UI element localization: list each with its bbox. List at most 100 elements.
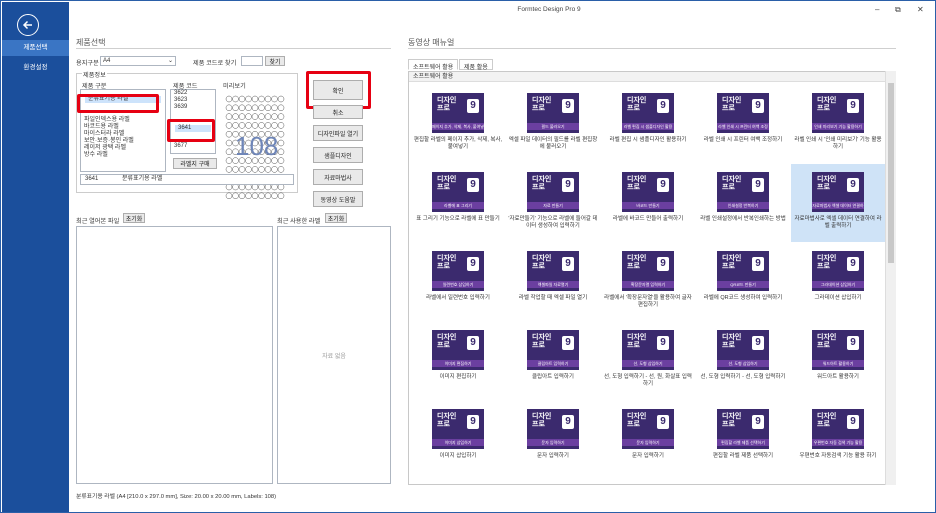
video-item[interactable]: 디자인 프로9라벨 편집 시 샘플디자인 활용하기라벨 편집 시 샘플디자인 활… (601, 85, 695, 163)
video-item[interactable]: 디자인 프로 9 페이지 추가, 삭제, 복사, 붙여넣기편집할 라벨의 페이지 추… (411, 85, 505, 163)
video-thumbnail[interactable]: 디자인 프로 9 일련번호 삽입하기 (432, 251, 484, 291)
video-item[interactable]: 디자인 프로 9 이미지 삽입하기 이미지 삽입하기 (411, 401, 505, 479)
video-item[interactable]: 디자인 프로 9 워드아트 활용하기 워드아트 활용하기 (791, 322, 885, 400)
find-button[interactable]: 찾기 (265, 56, 285, 66)
video-thumbnail[interactable]: 디자인 프로 9 워드아트 활용하기 (812, 330, 864, 370)
video-item[interactable]: 디자인 프로 9 자료마법사 엑셀 데이터 연결하기자료마법사로 엑셀 데이터 연결… (791, 164, 885, 242)
video-thumbnail[interactable]: 디자인 프로 9 페이지 추가, 삭제, 복사, 붙여넣기 (432, 93, 484, 133)
video-thumbnail[interactable]: 디자인 프로 9 인쇄설정 반복하기 (717, 172, 769, 212)
thumb-tag: 선, 도형 삽입하기 (717, 360, 769, 367)
video-item[interactable]: 디자인 프로 9 편집할 라벨 제품 선택하기 편집할 라벨 제품 선택하기 (696, 401, 790, 479)
minimize-button[interactable]: – (875, 5, 879, 14)
video-thumbnail[interactable]: 디자인 프로 9 자료 만들기 (527, 172, 579, 212)
data-wizard-button[interactable]: 자료마법사 (313, 169, 363, 185)
tab-product[interactable]: 제품 활용 (459, 59, 493, 71)
list-item[interactable]: 보안·보증·봉인 라벨 (81, 138, 165, 145)
list-item[interactable]: 3639 (171, 104, 215, 111)
video-item[interactable]: 디자인 프로 9 우편번호 자동 검색 기능 활용하기우편번호 자동검색 기능 활용… (791, 401, 885, 479)
label-cell (232, 166, 239, 173)
video-thumbnail[interactable]: 디자인 프로 9 필드 불러오기 (527, 93, 579, 133)
video-thumbnail[interactable]: 디자인 프로 9 엑셀파일 자료열기 (527, 251, 579, 291)
cancel-button[interactable]: 취소 (313, 105, 363, 119)
video-thumbnail[interactable]: 디자인 프로 9 선, 도형 삽입하기 (717, 330, 769, 370)
sample-design-button[interactable]: 샘플디자인 (313, 147, 363, 163)
video-thumbnail[interactable]: 디자인 프로 9 우편번호 자동 검색 기능 활용하기 (812, 409, 864, 449)
video-caption: 문자 입력하기 (632, 453, 664, 459)
video-thumbnail[interactable]: 디자인 프로 9 바코드 만들기 (622, 172, 674, 212)
video-thumbnail[interactable]: 디자인 프로 9 이미지 삽입하기 (432, 409, 484, 449)
video-thumbnail[interactable]: 디자인 프로 9 확장문자열 입력하기 (622, 251, 674, 291)
video-thumbnail[interactable]: 디자인 프로 9 이미지 편집하기 (432, 330, 484, 370)
open-design-button[interactable]: 디자인파일 열기 (313, 125, 363, 141)
back-button[interactable] (17, 14, 39, 36)
list-item[interactable]: 바코드용 라벨 (81, 124, 165, 131)
video-thumbnail[interactable]: 디자인 프로 9 라벨 인쇄 시 프린터 여백 조정하기 (717, 93, 769, 133)
list-item[interactable]: 마이스터라 라벨 (81, 131, 165, 138)
video-item[interactable]: 디자인 프로 9 문자 입력하기 문자 입력하기 (506, 401, 600, 479)
video-thumbnail[interactable]: 디자인 프로 9 편집할 라벨 제품 선택하기 (717, 409, 769, 449)
scrollbar[interactable] (885, 71, 896, 485)
video-thumbnail[interactable]: 디자인 프로 9 라벨 편집 시 샘플디자인 활용하기 (622, 93, 674, 133)
video-item[interactable]: 디자인 프로9라벨 인쇄 시 프린터 여백 조정하기라벨 인쇄 시 프린터 여백… (696, 85, 790, 163)
video-caption: 라벨 인쇄 시 프린터 여백 조정하기 (703, 137, 783, 143)
video-thumbnail[interactable]: 디자인 프로 9 선, 도형 삽입하기 (622, 330, 674, 370)
video-thumbnail[interactable]: 디자인 프로 9 문자 입력하기 (622, 409, 674, 449)
video-thumbnail[interactable]: 디자인 프로 9 문자 입력하기 (527, 409, 579, 449)
video-item[interactable]: 디자인 프로 9 선, 도형 삽입하기 선, 도형 입력하기 - 선, 원, 화살표 … (601, 322, 695, 400)
video-thumbnail[interactable]: 디자인 프로 9 라벨에 표 그리기 (432, 172, 484, 212)
restore-button[interactable]: ⧉ (895, 5, 901, 15)
thumb-title: 디자인 프로 (532, 176, 552, 191)
video-item[interactable]: 디자인 프로 9 클립아트 입력하기 클립아트 입력하기 (506, 322, 600, 400)
list-item[interactable]: 방수 라벨 (81, 152, 165, 159)
video-thumbnail[interactable]: 디자인 프로 9 그라데이션 삽입하기 (812, 251, 864, 291)
video-caption: 라벨 인쇄설정에서 반복인쇄하는 방법 (700, 216, 786, 222)
list-item[interactable]: 레이저 광택 라벨 (81, 145, 165, 152)
video-item[interactable]: 디자인 프로 9 자료 만들기 '자료만들기' 기능으로 라벨에 들어갈 데이터 생성… (506, 164, 600, 242)
sidebar: 제품선택 환경설정 (2, 2, 69, 512)
video-thumbnail[interactable]: 디자인 프로 9 QR코드 만들기 (717, 251, 769, 291)
list-item[interactable]: 3623 (171, 97, 215, 104)
video-item[interactable]: 디자인 프로 9 바코드 만들기 라벨에 바코드 만들어 출력하기 (601, 164, 695, 242)
video-item[interactable]: 디자인 프로 9 선, 도형 삽입하기 선, 도형 입력하기 - 선, 도형 입력하기 (696, 322, 790, 400)
thumb-title: 디자인 프로 (437, 176, 457, 191)
video-item[interactable]: 디자인 프로 9 QR코드 만들기 라벨에 QR코드 생성하여 입력하기 (696, 243, 790, 321)
thumb-title: 디자인 프로 (722, 334, 742, 349)
video-help-button[interactable]: 동영상 도움말 (313, 191, 363, 207)
buy-label-button[interactable]: 라벨지 구매 (173, 158, 217, 169)
paper-type-select[interactable]: A4 ⌄ (100, 56, 176, 66)
recent-labels-panel[interactable]: 자료 없음 (277, 226, 391, 484)
video-item[interactable]: 디자인 프로 9 확장문자열 입력하기라벨에서 '확장문자열'을 활용하여 글자 편… (601, 243, 695, 321)
thumb-title: 디자인 프로 (437, 413, 457, 428)
logo-nine-icon: 9 (657, 257, 669, 271)
video-thumbnail[interactable]: 디자인 프로 9 인쇄 미리보기 기능 활용하기 (812, 93, 864, 133)
code-search-input[interactable] (241, 56, 263, 66)
video-item[interactable]: 디자인 프로 9 일련번호 삽입하기 라벨에서 일련번호 입력하기 (411, 243, 505, 321)
recent-files-panel[interactable] (76, 226, 273, 484)
video-thumbnail[interactable]: 디자인 프로 9 자료마법사 엑셀 데이터 연결하기 (812, 172, 864, 212)
label-cell (245, 113, 252, 120)
video-item[interactable]: 디자인 프로 9 이미지 편집하기 이미지 편집하기 (411, 322, 505, 400)
sidebar-item-settings[interactable]: 환경설정 (2, 60, 69, 76)
reset-recent-files-button[interactable]: 초기화 (123, 213, 145, 223)
sidebar-item-product[interactable]: 제품선택 (2, 40, 69, 56)
list-item[interactable]: 파일인덱스용 라벨 (81, 117, 165, 124)
video-thumbnail[interactable]: 디자인 프로 9 클립아트 입력하기 (527, 330, 579, 370)
video-item[interactable]: 디자인 프로 9 인쇄설정 반복하기라벨 인쇄설정에서 반복인쇄하는 방법 (696, 164, 790, 242)
list-item[interactable]: 3622 (171, 90, 215, 97)
video-item[interactable]: 디자인 프로 9 엑셀파일 자료열기 라벨 작업할 때 엑셀 파일 열기 (506, 243, 600, 321)
code-search-label: 제품 코드로 찾기 (193, 60, 237, 67)
video-item[interactable]: 디자인 프로 9 라벨에 표 그리기 표 그리기 기능으로 라벨에 표 만들기 (411, 164, 505, 242)
reset-recent-labels-button[interactable]: 초기화 (325, 213, 347, 223)
video-item[interactable]: 디자인 프로 9 그라데이션 삽입하기 그라데이션 삽입하기 (791, 243, 885, 321)
video-item[interactable]: 디자인 프로 9 인쇄 미리보기 기능 활용하기 라벨 인쇄 시 '인쇄 미리보기' … (791, 85, 885, 163)
video-caption: 라벨에서 '확장문자열'을 활용하여 글자 편집하기 (604, 295, 692, 308)
scrollbar-thumb[interactable] (888, 83, 894, 263)
video-item[interactable]: 디자인 프로 9 필드 불러오기 엑셀 파일 데이터의 필드를 라벨 편집창에 불러오… (506, 85, 600, 163)
list-item[interactable]: 3677 (171, 143, 215, 150)
label-cell (258, 166, 265, 173)
video-item[interactable]: 디자인 프로 9 문자 입력하기문자 입력하기 (601, 401, 695, 479)
thumb-tag: 페이지 추가, 삭제, 복사, 붙여넣기 (432, 123, 484, 130)
tab-software[interactable]: 소프트웨어 활용 (408, 59, 459, 71)
label-cell (225, 122, 233, 129)
close-button[interactable]: ✕ (917, 5, 924, 14)
